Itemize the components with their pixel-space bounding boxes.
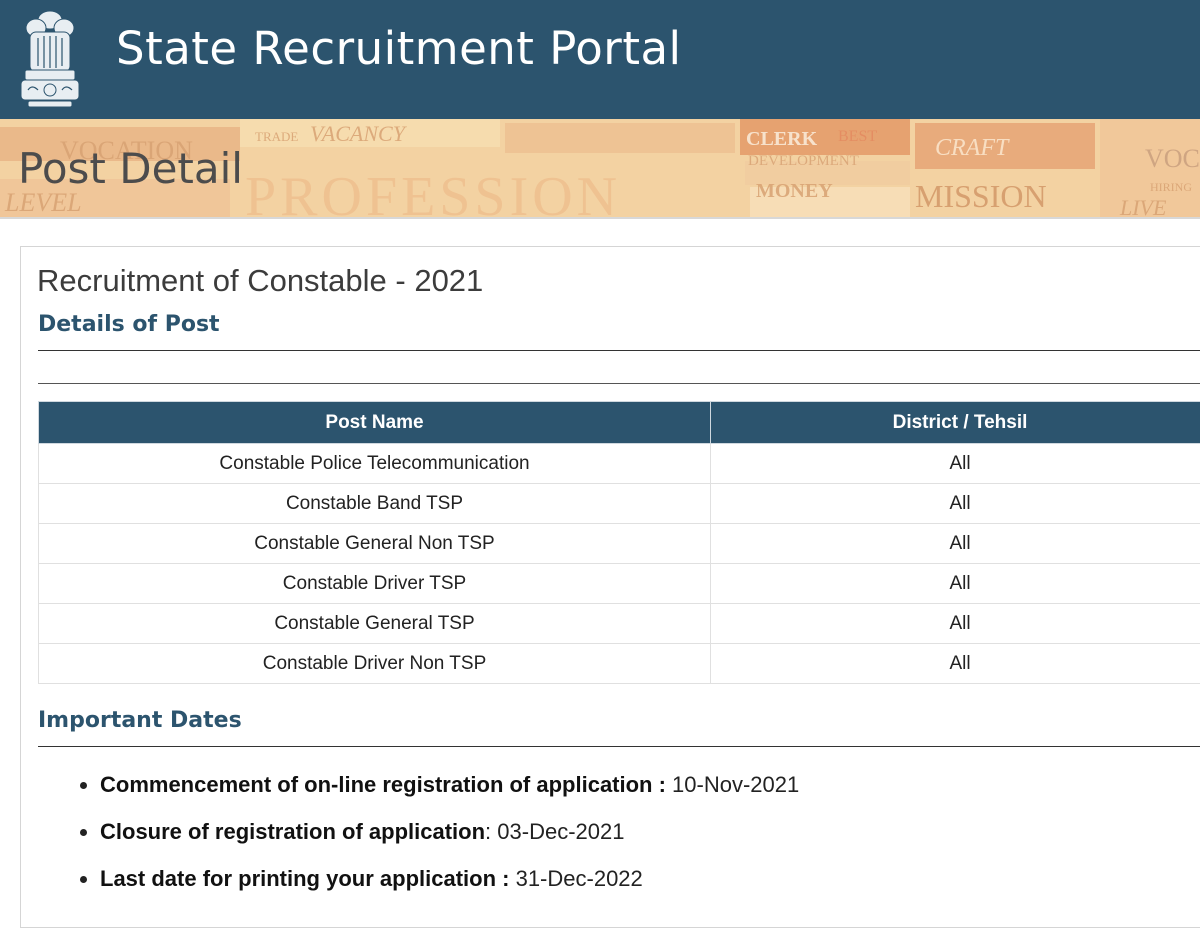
post-name-cell: Constable General Non TSP: [39, 524, 711, 564]
post-name-cell: Constable Driver TSP: [39, 564, 711, 604]
page-heading: Post Detail: [18, 144, 243, 193]
table-row: Constable Police Telecommunication All: [39, 444, 1200, 484]
list-item: Last date for printing your application …: [100, 862, 799, 909]
post-name-cell: Constable General TSP: [39, 604, 711, 644]
svg-text:MISSION: MISSION: [915, 178, 1047, 214]
svg-text:TRADE: TRADE: [255, 129, 298, 144]
date-label: Commencement of on-line registration of …: [100, 772, 666, 797]
post-table: Post Name District / Tehsil Constable Po…: [38, 401, 1200, 684]
table-row: Constable Band TSP All: [39, 484, 1200, 524]
district-cell: All: [711, 444, 1200, 484]
table-header-row: Post Name District / Tehsil: [39, 402, 1200, 444]
national-emblem-icon[interactable]: [14, 6, 86, 110]
table-row: Constable Driver Non TSP All: [39, 644, 1200, 684]
dates-divider: [38, 746, 1200, 747]
column-header-post-name[interactable]: Post Name: [39, 402, 711, 444]
post-name-cell: Constable Band TSP: [39, 484, 711, 524]
date-value: 31-Dec-2022: [509, 866, 642, 891]
column-header-district[interactable]: District / Tehsil: [711, 402, 1200, 444]
post-name-cell: Constable Police Telecommunication: [39, 444, 711, 484]
svg-text:LIVE: LIVE: [1119, 195, 1167, 217]
list-item: Closure of registration of application: …: [100, 815, 799, 862]
date-value: 10-Nov-2021: [666, 772, 799, 797]
svg-text:HIRING: HIRING: [1150, 180, 1192, 194]
district-cell: All: [711, 604, 1200, 644]
table-row: Constable Driver TSP All: [39, 564, 1200, 604]
table-row: Constable General Non TSP All: [39, 524, 1200, 564]
district-cell: All: [711, 524, 1200, 564]
details-heading: Details of Post: [38, 312, 220, 337]
district-cell: All: [711, 564, 1200, 604]
district-cell: All: [711, 484, 1200, 524]
svg-text:BEST: BEST: [838, 128, 877, 145]
post-name-cell: Constable Driver Non TSP: [39, 644, 711, 684]
svg-text:DEVELOPMENT: DEVELOPMENT: [748, 153, 859, 169]
date-value: : 03-Dec-2021: [485, 819, 624, 844]
important-dates-list: Commencement of on-line registration of …: [70, 768, 799, 909]
svg-text:MONEY: MONEY: [756, 180, 833, 202]
svg-text:CRAFT: CRAFT: [935, 135, 1010, 161]
list-item: Commencement of on-line registration of …: [100, 768, 799, 815]
details-divider: [38, 350, 1200, 351]
important-dates-heading: Important Dates: [38, 708, 242, 733]
portal-title[interactable]: State Recruitment Portal: [116, 22, 682, 75]
details-divider-secondary: [38, 383, 1200, 384]
recruitment-title: Recruitment of Constable - 2021: [37, 263, 483, 299]
svg-text:VOC: VOC: [1145, 144, 1200, 173]
date-label: Closure of registration of application: [100, 819, 485, 844]
svg-text:VACANCY: VACANCY: [310, 121, 408, 146]
svg-text:PROFESSION: PROFESSION: [245, 166, 621, 217]
site-header: State Recruitment Portal: [0, 0, 1200, 119]
district-cell: All: [711, 644, 1200, 684]
date-label: Last date for printing your application …: [100, 866, 509, 891]
svg-text:CLERK: CLERK: [746, 128, 818, 150]
table-row: Constable General TSP All: [39, 604, 1200, 644]
